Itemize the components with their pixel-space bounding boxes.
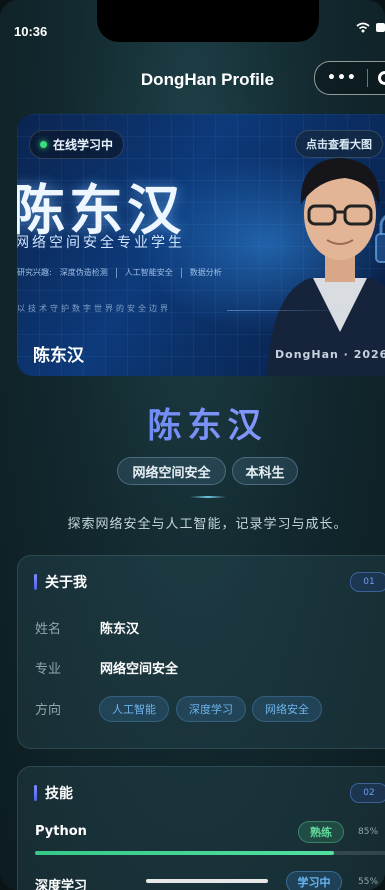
online-status-badge: 在线学习中 [29, 130, 125, 159]
skills-header: 技能 [34, 783, 73, 803]
camera-notch [97, 0, 319, 42]
skill-percent: 85% [358, 827, 379, 837]
motto-line [227, 310, 347, 311]
banner-signature: DongHan · 2026 [275, 348, 385, 361]
profile-slogan: 探索网络安全与人工智能，记录学习与成长。 [67, 517, 348, 532]
status-icons [356, 22, 385, 33]
name-label: 姓名 [35, 622, 62, 637]
online-dot [40, 141, 47, 148]
about-title: 关于我 [45, 575, 87, 591]
profile-name: 陈东汉 [0, 398, 385, 447]
skill-level-badge: 学习中 [286, 871, 342, 890]
direction-label: 方向 [35, 703, 62, 718]
interest-item: 深度伪造检测 [59, 268, 108, 277]
profile-banner[interactable]: 在线学习中 点击查看大图 陈东汉 网络空间安全专业学生 研究兴趣: 深度伪造检测… [17, 114, 385, 376]
skill-level-badge: 熟练 [298, 821, 344, 843]
interests-label: 研究兴趣: [17, 268, 52, 277]
section-accent-bar [34, 574, 37, 590]
wifi-icon [356, 22, 370, 33]
status-time: 10:36 [14, 24, 48, 39]
major-label: 专业 [35, 662, 62, 677]
skill-progress-track [35, 851, 385, 855]
skill-progress-fill [35, 851, 335, 855]
phone-screen: 10:36 DongHan Profile ••• 在线学习中 点击查看大图 陈… [0, 0, 385, 890]
interest-item: 人工智能安全 [124, 268, 173, 277]
direction-chip-deep-learning: 深度学习 [176, 696, 246, 722]
interest-separator [180, 267, 182, 278]
interest-separator [115, 267, 117, 278]
major-value: 网络空间安全 [100, 662, 179, 677]
portrait-photo [267, 158, 385, 376]
more-dots-icon[interactable]: ••• [327, 70, 357, 86]
section-number: 02 [350, 783, 385, 803]
skills-card: 技能 02 Python 熟练 85% 深度学习 学习中 55% [17, 766, 385, 890]
skills-title: 技能 [45, 786, 73, 802]
title-divider [190, 496, 226, 498]
home-indicator[interactable] [146, 879, 268, 883]
banner-subtitle: 网络空间安全专业学生 [17, 235, 185, 251]
view-large-image-button[interactable]: 点击查看大图 [295, 130, 383, 158]
skill-percent: 55% [358, 877, 379, 887]
online-status-label: 在线学习中 [53, 138, 114, 152]
banner-name-caption: 陈东汉 [33, 346, 84, 366]
research-interests: 研究兴趣: 深度伪造检测 人工智能安全 数据分析 [17, 266, 224, 279]
capsule-divider [366, 69, 368, 87]
skill-name: Python [35, 824, 87, 839]
about-card: 关于我 01 姓名 陈东汉 专业 网络空间安全 方向 人工智能 深度学习 网络安… [17, 555, 385, 749]
about-header: 关于我 [34, 572, 87, 592]
degree-tag: 本科生 [232, 457, 298, 485]
section-accent-bar [34, 785, 37, 801]
battery-icon [376, 23, 385, 32]
mini-program-capsule[interactable]: ••• [314, 61, 385, 95]
target-icon[interactable] [377, 71, 385, 85]
major-tag: 网络空间安全 [117, 457, 226, 485]
section-number: 01 [350, 572, 385, 592]
direction-chip-ai: 人工智能 [99, 696, 169, 722]
name-value: 陈东汉 [100, 622, 140, 637]
skill-name: 深度学习 [35, 879, 88, 890]
interest-item: 数据分析 [189, 268, 222, 277]
banner-motto: 以技术守护数字世界的安全边界 [17, 304, 171, 313]
direction-chip-security: 网络安全 [252, 696, 322, 722]
